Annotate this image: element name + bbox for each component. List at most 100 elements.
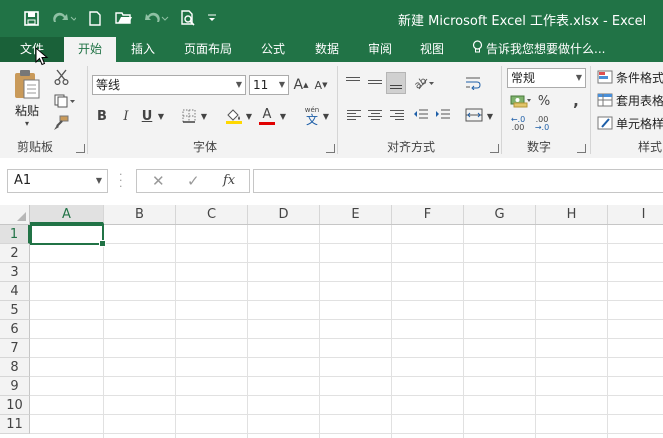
row-header[interactable]: 9	[0, 377, 30, 396]
font-name-select[interactable]: 等线 ▼	[92, 75, 246, 95]
worksheet-grid[interactable]: A B C D E F G H I 1 2 3 4 5 6 7 8 9 10 1…	[0, 205, 663, 438]
row-header[interactable]: 3	[0, 263, 30, 282]
underline-button[interactable]: U	[139, 107, 155, 125]
row-header[interactable]: 2	[0, 244, 30, 263]
clipboard-launcher-icon[interactable]	[76, 144, 85, 153]
merge-center-icon[interactable]	[464, 106, 484, 124]
fill-color-icon[interactable]	[224, 106, 244, 126]
fill-color-dropdown-icon[interactable]: ▼	[244, 109, 254, 123]
row-header[interactable]: 10	[0, 396, 30, 415]
align-right-icon[interactable]	[389, 107, 405, 123]
row-header[interactable]: 7	[0, 339, 30, 358]
column-header[interactable]: G	[464, 205, 536, 224]
redo-icon[interactable]	[50, 6, 78, 30]
tab-review[interactable]: 审阅	[357, 37, 403, 62]
tab-insert[interactable]: 插入	[120, 37, 166, 62]
copy-icon[interactable]	[52, 92, 78, 110]
borders-dropdown-icon[interactable]: ▼	[199, 109, 209, 123]
font-color-button[interactable]: A	[258, 106, 276, 126]
customize-qat-icon[interactable]	[205, 6, 219, 30]
column-header[interactable]: C	[176, 205, 248, 224]
select-all-button[interactable]	[0, 205, 30, 224]
italic-button[interactable]: I	[118, 107, 134, 125]
ribbon-home: 粘贴 ▾ 剪贴板 等线 ▼ 11 ▼ A ▲ A ▼ B I U ▼ ▼ ▼ A ▼…	[0, 62, 663, 159]
orientation-icon[interactable]: ab	[413, 74, 435, 92]
format-as-table-button[interactable]: 套用表格	[597, 91, 663, 109]
row-header[interactable]: 8	[0, 358, 30, 377]
paste-button[interactable]: 粘贴	[8, 102, 46, 118]
gridline	[319, 225, 320, 438]
save-icon[interactable]	[20, 6, 42, 30]
tab-data[interactable]: 数据	[304, 37, 350, 62]
align-center-icon[interactable]	[367, 107, 383, 123]
tab-view[interactable]: 视图	[409, 37, 455, 62]
font-color-dropdown-icon[interactable]: ▼	[278, 109, 288, 123]
percent-style-button[interactable]: %	[537, 92, 551, 110]
mouse-cursor-icon	[35, 46, 49, 67]
conditional-formatting-button[interactable]: 条件格式	[597, 68, 663, 86]
row-header[interactable]: 5	[0, 301, 30, 320]
print-preview-icon[interactable]	[178, 6, 198, 30]
column-header[interactable]: B	[104, 205, 176, 224]
undo-icon[interactable]	[143, 6, 171, 30]
number-launcher-icon[interactable]	[577, 144, 586, 153]
gridline	[30, 414, 663, 415]
column-header[interactable]: H	[536, 205, 608, 224]
column-header[interactable]: A	[30, 205, 104, 224]
wrap-text-icon[interactable]	[464, 74, 482, 92]
open-folder-icon[interactable]	[113, 6, 135, 30]
splitter-handle[interactable]: · · ·	[119, 169, 123, 192]
title-bar: 新建 Microsoft Excel 工作表.xlsx - Excel	[0, 0, 663, 37]
phonetic-guide-button[interactable]: wén 文	[301, 104, 323, 128]
tab-formulas[interactable]: 公式	[250, 37, 296, 62]
cut-icon[interactable]	[52, 68, 70, 86]
enter-icon[interactable]: ✓	[187, 172, 200, 190]
row-header[interactable]: 1	[0, 225, 30, 244]
tab-file[interactable]: 文件	[0, 37, 64, 62]
conditional-formatting-label: 条件格式	[616, 70, 663, 85]
accounting-format-icon[interactable]	[509, 92, 533, 110]
underline-dropdown-icon[interactable]: ▼	[156, 109, 166, 123]
number-format-select[interactable]: 常规 ▼	[507, 68, 586, 88]
tab-home[interactable]: 开始	[64, 37, 116, 62]
bold-button[interactable]: B	[94, 107, 110, 125]
borders-icon[interactable]	[180, 107, 198, 125]
new-file-icon[interactable]	[86, 6, 104, 30]
paste-icon[interactable]	[10, 68, 44, 100]
insert-function-icon[interactable]: fx	[223, 173, 235, 188]
row-header[interactable]: 4	[0, 282, 30, 301]
formula-input[interactable]	[253, 169, 663, 193]
column-header[interactable]: E	[320, 205, 392, 224]
column-header[interactable]: F	[392, 205, 464, 224]
tab-page-layout[interactable]: 页面布局	[174, 37, 242, 62]
paste-dropdown-icon[interactable]: ▾	[20, 118, 34, 128]
column-header[interactable]: D	[248, 205, 320, 224]
column-header[interactable]: I	[608, 205, 663, 224]
middle-align-icon[interactable]	[368, 75, 382, 89]
merge-dropdown-icon[interactable]: ▼	[485, 109, 495, 123]
name-box[interactable]: A1 ▼	[7, 169, 108, 193]
align-left-icon[interactable]	[346, 107, 362, 123]
active-cell[interactable]	[30, 224, 106, 247]
cancel-icon[interactable]: ✕	[152, 172, 165, 190]
decrease-decimal-button[interactable]: .00 →.0	[531, 115, 553, 133]
decrease-font-size-button[interactable]: A ▼	[313, 75, 329, 95]
row-header[interactable]: 11	[0, 415, 30, 434]
decrease-indent-icon[interactable]	[412, 107, 430, 123]
alignment-launcher-icon[interactable]	[490, 144, 499, 153]
font-launcher-icon[interactable]	[326, 144, 335, 153]
font-size-select[interactable]: 11 ▼	[249, 75, 289, 95]
phonetic-dropdown-icon[interactable]: ▼	[322, 109, 330, 123]
cell-styles-button[interactable]: 单元格样	[597, 114, 663, 132]
bottom-align-icon[interactable]	[386, 72, 406, 94]
comma-style-button[interactable]: ,	[570, 92, 582, 110]
row-header[interactable]: 6	[0, 320, 30, 339]
format-painter-icon[interactable]	[52, 114, 70, 132]
tell-me-search[interactable]: 告诉我您想要做什么...	[472, 37, 605, 62]
increase-decimal-button[interactable]: ←.0 .00	[507, 115, 529, 133]
increase-indent-icon[interactable]	[434, 107, 452, 123]
grow-font-letter: A	[293, 77, 304, 93]
top-align-icon[interactable]	[346, 75, 360, 89]
number-format-value: 常规	[511, 71, 536, 85]
increase-font-size-button[interactable]: A ▲	[293, 75, 309, 95]
